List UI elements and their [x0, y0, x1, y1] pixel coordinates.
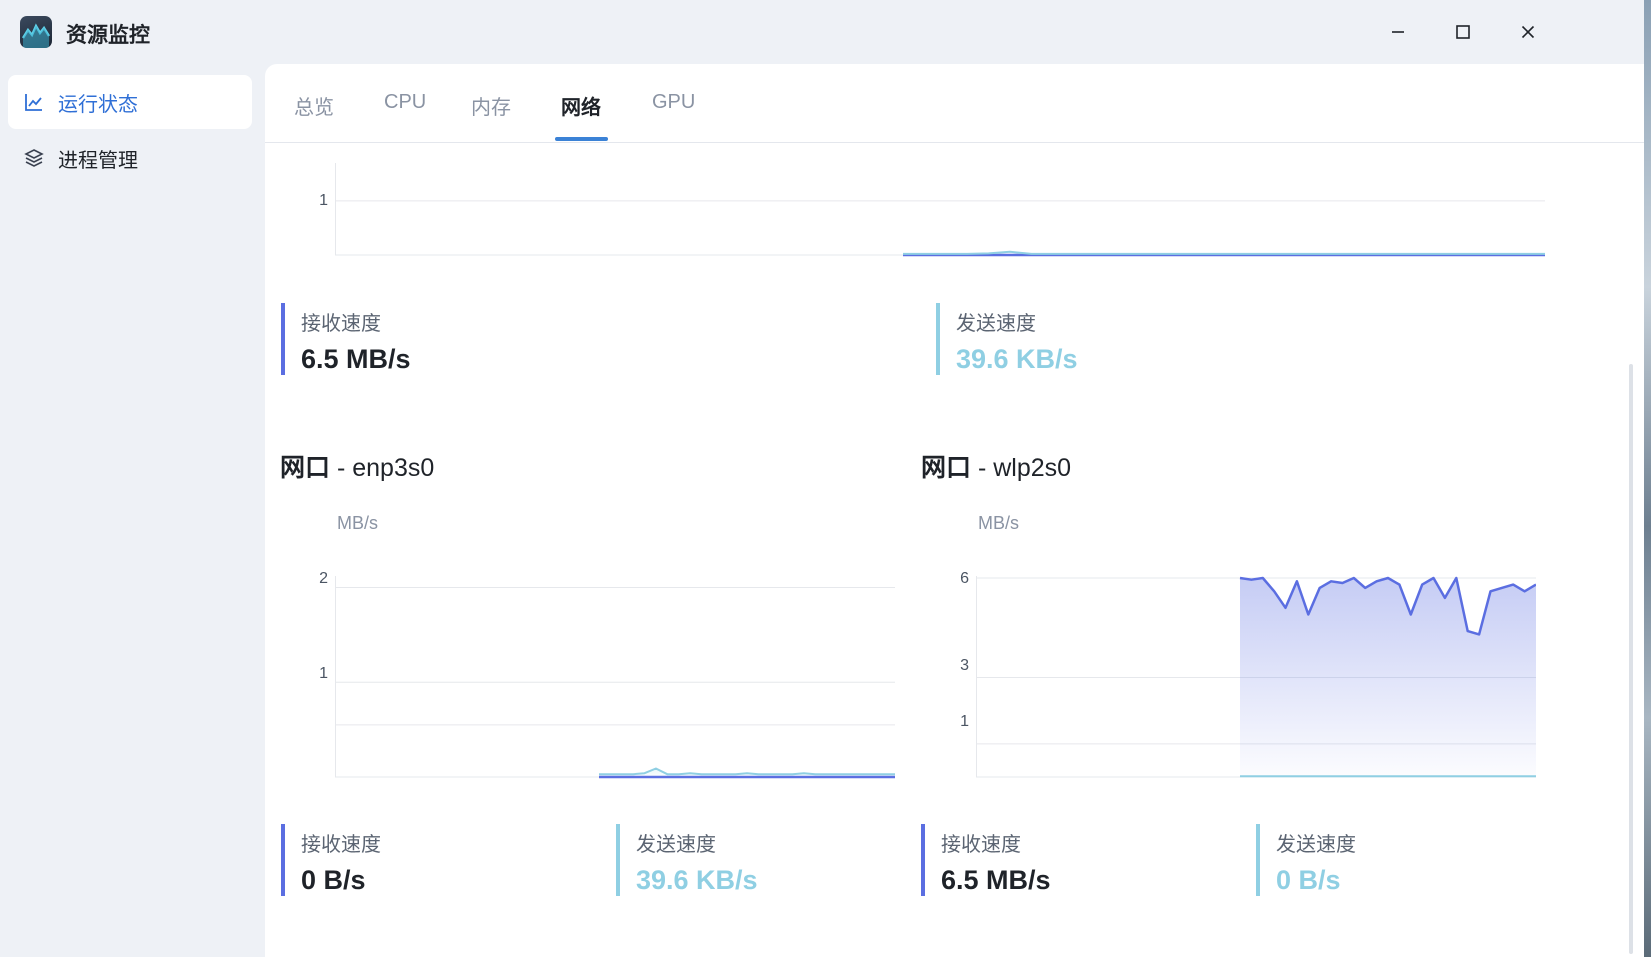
total-send-stat: 发送速度 39.6 KB/s	[936, 303, 1078, 375]
y-tick-label: 2	[319, 570, 328, 587]
series-line	[903, 250, 1545, 255]
send-value: 39.6 KB/s	[636, 865, 758, 895]
receive-color-bar	[921, 824, 925, 896]
y-tick-label: 6	[960, 570, 969, 587]
minimize-icon	[1392, 31, 1404, 33]
total-receive-stat: 接收速度 6.5 MB/s	[281, 303, 411, 375]
send-color-bar	[616, 824, 620, 896]
interface-title: 网口 - wlp2s0	[921, 454, 1072, 482]
line-chart-icon	[22, 90, 46, 114]
y-tick-label: 3	[960, 657, 969, 674]
send-value: 0 B/s	[1276, 865, 1341, 895]
total-network-chart	[335, 163, 1545, 257]
receive-color-bar	[281, 303, 285, 375]
layers-icon	[22, 146, 46, 170]
wlp2s0-receive-stat: 接收速度 6.5 MB/s	[921, 824, 1051, 896]
send-color-bar	[936, 303, 940, 375]
receive-value: 0 B/s	[301, 865, 366, 895]
title-bar: 资源监控	[0, 0, 1651, 64]
wlp2s0-send-stat: 发送速度 0 B/s	[1256, 824, 1356, 896]
enp3s0-chart	[335, 576, 895, 779]
y-axis-unit: MB/s	[978, 513, 1020, 533]
receive-label: 接收速度	[301, 834, 381, 856]
tab-gpu[interactable]: GPU	[652, 91, 695, 141]
minimize-button[interactable]	[1378, 14, 1418, 50]
maximize-icon	[1456, 25, 1470, 39]
close-button[interactable]	[1508, 14, 1548, 50]
receive-color-bar	[281, 824, 285, 896]
app-title: 资源监控	[66, 24, 150, 47]
tab-memory[interactable]: 内存	[471, 91, 511, 141]
receive-label: 接收速度	[941, 834, 1021, 856]
y-tick-label: 1	[960, 713, 969, 730]
tab-network[interactable]: 网络	[561, 91, 601, 141]
y-axis-unit: MB/s	[337, 513, 379, 533]
active-tab-indicator	[555, 137, 608, 141]
app-logo-icon	[20, 16, 52, 48]
series-line	[599, 767, 895, 776]
scrollbar[interactable]	[1629, 364, 1633, 954]
maximize-button[interactable]	[1443, 14, 1483, 50]
send-label: 发送速度	[956, 313, 1036, 335]
sidebar-item-status[interactable]: 运行状态	[8, 75, 252, 129]
enp3s0-send-stat: 发送速度 39.6 KB/s	[616, 824, 758, 896]
sidebar-item-label: 运行状态	[58, 93, 138, 116]
send-value: 39.6 KB/s	[956, 344, 1078, 374]
send-color-bar	[1256, 824, 1260, 896]
send-label: 发送速度	[1276, 834, 1356, 856]
wlp2s0-chart	[976, 576, 1536, 778]
main-panel: 总览 CPU 内存 网络 GPU 1 接收速度 6.5 MB/s 发送速度 39…	[265, 64, 1644, 957]
receive-label: 接收速度	[301, 313, 381, 335]
interface-title: 网口 - enp3s0	[280, 454, 435, 482]
tab-bar: 总览 CPU 内存 网络 GPU	[265, 64, 1644, 143]
receive-value: 6.5 MB/s	[941, 865, 1051, 895]
sidebar-item-processes[interactable]: 进程管理	[8, 131, 252, 185]
y-tick-label: 1	[319, 665, 328, 682]
tab-overview[interactable]: 总览	[294, 91, 334, 141]
receive-value: 6.5 MB/s	[301, 344, 411, 374]
y-tick-label: 1	[319, 192, 328, 209]
close-icon	[1521, 25, 1535, 39]
tab-cpu[interactable]: CPU	[384, 91, 426, 141]
desktop-background	[1644, 0, 1651, 957]
sidebar-item-label: 进程管理	[58, 149, 138, 172]
send-label: 发送速度	[636, 834, 716, 856]
enp3s0-receive-stat: 接收速度 0 B/s	[281, 824, 381, 896]
